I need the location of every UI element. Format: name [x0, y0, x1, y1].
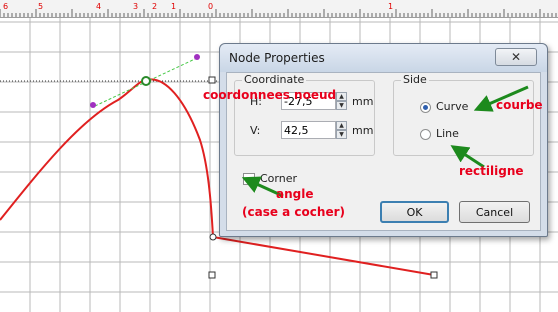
coordinate-group-label: Coordinate [242, 73, 307, 86]
ruler-scale: 6 5 4 3 2 1 0 1 [0, 2, 557, 17]
annotation-angle: angle [276, 187, 314, 201]
h-unit: mm [352, 95, 374, 108]
h-spinner: ▲ ▼ [336, 92, 347, 110]
curve-radio-label[interactable]: Curve [436, 100, 468, 113]
close-button[interactable]: ✕ [495, 48, 537, 66]
bbox-handle-top[interactable] [208, 76, 216, 84]
v-unit: mm [352, 124, 374, 137]
curve-path [0, 78, 214, 238]
node-end-line[interactable] [430, 271, 438, 279]
ruler-number: 6 [3, 2, 8, 11]
curve-radio[interactable] [420, 102, 431, 113]
h-spin-up-button[interactable]: ▲ [336, 92, 347, 101]
annotation-checkbox: (case a cocher) [242, 205, 345, 219]
side-group: Side Curve Line [393, 73, 534, 156]
bbox-handle-bottom[interactable] [208, 271, 216, 279]
cancel-button[interactable]: Cancel [459, 201, 530, 223]
v-spin-up-button[interactable]: ▲ [336, 121, 347, 130]
cancel-button-label: Cancel [475, 205, 514, 219]
ruler-number: 2 [152, 2, 157, 11]
dialog-title: Node Properties [229, 51, 325, 65]
h-spin-down-button[interactable]: ▼ [336, 101, 347, 110]
v-value: 42,5 [284, 124, 309, 137]
ruler-number: 1 [171, 2, 176, 11]
v-spin-down-button[interactable]: ▼ [336, 130, 347, 139]
line-radio-label[interactable]: Line [436, 127, 459, 140]
control-handle-left[interactable] [90, 102, 96, 108]
v-input[interactable]: 42,5 ▲ ▼ [281, 121, 347, 139]
annotation-curve: courbe [496, 98, 543, 112]
ruler-number: 0 [208, 2, 213, 11]
ruler-number: 5 [38, 2, 43, 11]
ok-button[interactable]: OK [380, 201, 449, 223]
dialog-titlebar[interactable]: Node Properties ✕ [220, 44, 547, 72]
v-spinner: ▲ ▼ [336, 121, 347, 139]
node-end-curve[interactable] [209, 233, 217, 241]
ok-button-label: OK [406, 205, 423, 219]
corner-checkbox[interactable] [243, 173, 255, 185]
ruler-number: 1 [388, 2, 393, 11]
v-label: V: [250, 124, 261, 137]
corner-checkbox-label[interactable]: Corner [260, 172, 297, 185]
side-group-label: Side [401, 73, 429, 86]
close-icon: ✕ [510, 50, 522, 64]
selected-node[interactable] [141, 76, 151, 86]
ruler-number: 3 [133, 2, 138, 11]
control-handle-right[interactable] [194, 54, 200, 60]
ruler-number: 4 [96, 2, 101, 11]
line-radio[interactable] [420, 129, 431, 140]
annotation-coordinates: coordonnees noeud [203, 88, 337, 102]
annotation-line: rectiligne [459, 164, 524, 178]
line-segment [212, 236, 435, 276]
horizontal-ruler: 6 5 4 3 2 1 0 1 [0, 0, 558, 18]
